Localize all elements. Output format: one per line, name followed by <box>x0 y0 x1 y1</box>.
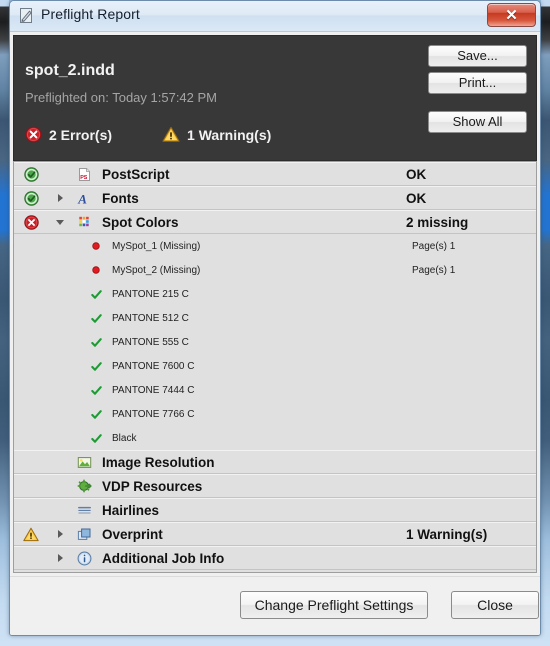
dialog-footer: Change Preflight Settings Close <box>10 576 540 635</box>
document-name: spot_2.indd <box>25 62 115 79</box>
expand-arrow-icon[interactable] <box>48 194 72 202</box>
document-pencil-icon <box>18 7 35 24</box>
results-row-additional-job-info[interactable]: Additional Job Info <box>14 546 536 570</box>
results-subrow[interactable]: PANTONE 555 C <box>14 330 536 354</box>
results-row-spot-colors[interactable]: Spot Colors 2 missing <box>14 210 536 234</box>
spot-colors-icon <box>72 215 96 230</box>
ok-check-icon <box>86 361 106 372</box>
results-subrow-value: Page(s) 1 <box>412 240 456 252</box>
title-bar: Preflight Report ✕ <box>10 1 540 32</box>
postscript-icon: PS <box>72 167 96 182</box>
preflight-report-dialog: Preflight Report ✕ spot_2.indd Preflight… <box>9 0 541 636</box>
results-subrow[interactable]: Black <box>14 426 536 450</box>
results-row-label: Fonts <box>102 190 139 206</box>
results-subrow[interactable]: PANTONE 512 C <box>14 306 536 330</box>
results-row-label: Additional Job Info <box>102 550 225 566</box>
results-subrow[interactable]: PANTONE 7600 C <box>14 354 536 378</box>
results-subrow[interactable]: MySpot_1 (Missing) Page(s) 1 <box>14 234 536 258</box>
ok-check-icon <box>86 385 106 396</box>
error-count-label: 2 Error(s) <box>49 126 113 143</box>
print-button[interactable]: Print... <box>428 72 527 94</box>
ok-check-icon <box>86 313 106 324</box>
summary-panel: spot_2.indd Preflighted on: Today 1:57:4… <box>13 35 537 161</box>
background-window-right-edge <box>541 0 550 646</box>
results-row-label: Image Resolution <box>102 454 215 470</box>
close-window-button[interactable]: ✕ <box>487 3 536 27</box>
ok-check-icon <box>86 409 106 420</box>
ok-check-icon <box>86 433 106 444</box>
results-row-postscript[interactable]: PS PostScript OK <box>14 162 536 186</box>
results-subrow-label: MySpot_2 (Missing) <box>112 264 201 276</box>
missing-dot-icon <box>86 241 106 251</box>
warning-icon <box>162 126 180 143</box>
hairlines-icon <box>72 503 96 518</box>
desktop-background: Preflight Report ✕ spot_2.indd Preflight… <box>0 0 550 646</box>
error-count-group: 2 Error(s) <box>25 126 112 143</box>
results-subrow-label: PANTONE 555 C <box>112 336 189 348</box>
ok-check-icon <box>86 337 106 348</box>
overprint-icon <box>72 527 96 542</box>
results-row-hairlines[interactable]: Hairlines <box>14 498 536 522</box>
vdp-resources-icon <box>72 479 96 494</box>
warning-count-group: 1 Warning(s) <box>162 126 271 143</box>
save-button[interactable]: Save... <box>428 45 527 67</box>
results-subrow-label: PANTONE 7766 C <box>112 408 195 420</box>
info-icon <box>72 551 96 566</box>
results-subrow-label: MySpot_1 (Missing) <box>112 240 201 252</box>
image-resolution-icon <box>72 455 96 470</box>
results-row-label: Overprint <box>102 526 163 542</box>
results-row-value: OK <box>406 166 427 182</box>
results-subrow-label: PANTONE 215 C <box>112 288 189 300</box>
warning-count-label: 1 Warning(s) <box>187 126 272 143</box>
results-subrow[interactable]: MySpot_2 (Missing) Page(s) 1 <box>14 258 536 282</box>
preflight-timestamp: Preflighted on: Today 1:57:42 PM <box>25 90 217 105</box>
results-row-label: PostScript <box>102 166 170 182</box>
results-list-scroll-area[interactable]: PS PostScript OK A Fonts OK Spot Colors 2 missi… <box>14 162 536 572</box>
results-subrow-value: Page(s) 1 <box>412 264 456 276</box>
header-button-group: Save... Print... Show All <box>428 45 527 138</box>
results-row-label: Hairlines <box>102 502 160 518</box>
svg-text:A: A <box>77 191 87 205</box>
results-row-fonts[interactable]: A Fonts OK <box>14 186 536 210</box>
svg-text:PS: PS <box>80 175 88 181</box>
results-row-vdp-resources[interactable]: VDP Resources <box>14 474 536 498</box>
expand-arrow-icon[interactable] <box>48 530 72 538</box>
results-subrow-label: Black <box>112 432 137 444</box>
results-subrow-label: PANTONE 7444 C <box>112 384 195 396</box>
change-preflight-settings-button[interactable]: Change Preflight Settings <box>240 591 428 619</box>
results-row-label: VDP Resources <box>102 478 203 494</box>
ok-status-icon <box>14 166 48 182</box>
results-subrow[interactable]: PANTONE 215 C <box>14 282 536 306</box>
expand-arrow-icon[interactable] <box>48 554 72 562</box>
results-row-value: OK <box>406 190 427 206</box>
results-row-value: 2 missing <box>406 214 469 230</box>
collapse-arrow-icon[interactable] <box>48 219 72 225</box>
results-subrow[interactable]: PANTONE 7444 C <box>14 378 536 402</box>
error-status-icon <box>14 214 48 230</box>
show-all-button[interactable]: Show All <box>428 111 527 133</box>
results-subrow-label: PANTONE 7600 C <box>112 360 195 372</box>
window-title: Preflight Report <box>41 6 140 22</box>
close-icon: ✕ <box>505 7 518 24</box>
ok-check-icon <box>86 289 106 300</box>
close-button[interactable]: Close <box>451 591 539 619</box>
results-row-overprint[interactable]: Overprint 1 Warning(s) <box>14 522 536 546</box>
results-row-value: 1 Warning(s) <box>406 526 488 542</box>
results-subrow-label: PANTONE 512 C <box>112 312 189 324</box>
preflight-results-list[interactable]: PS PostScript OK A Fonts OK Spot Colors 2 missi… <box>13 161 537 573</box>
issue-counts: 2 Error(s) 1 Warning(s) <box>25 126 271 143</box>
ok-status-icon <box>14 190 48 206</box>
results-row-label: Spot Colors <box>102 214 179 230</box>
results-row-image-resolution[interactable]: Image Resolution <box>14 450 536 474</box>
error-icon <box>25 126 42 143</box>
fonts-icon: A <box>72 191 96 205</box>
warning-status-icon <box>14 527 48 542</box>
results-subrow[interactable]: PANTONE 7766 C <box>14 402 536 426</box>
background-window-left-edge <box>0 0 9 646</box>
missing-dot-icon <box>86 265 106 275</box>
